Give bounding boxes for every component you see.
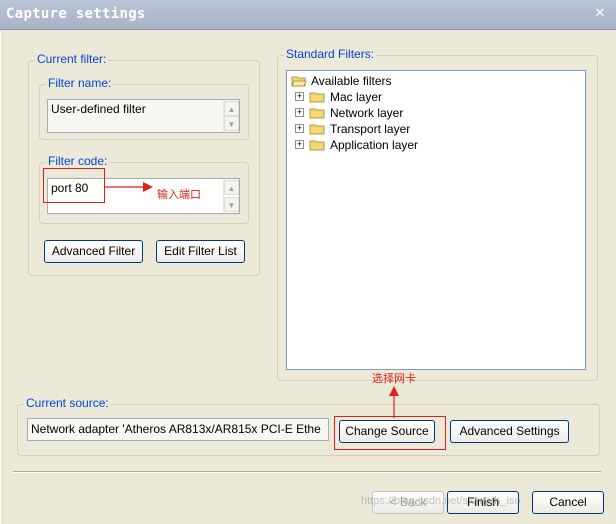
current-source-value: Network adapter 'Atheros AR813x/AR815x P… — [31, 422, 321, 436]
expand-icon[interactable]: + — [295, 124, 304, 133]
nic-annotation: 选择网卡 — [372, 372, 416, 385]
filter-tree[interactable]: Available filters + Mac layer + Network … — [286, 70, 586, 370]
arrow-up-icon — [389, 386, 399, 418]
title-bar[interactable]: Capture settings ✕ — [0, 0, 616, 30]
watermark: https://blog.csdn.net/sicmath_iso — [361, 495, 521, 507]
port-annotation: 输入端口 — [157, 188, 201, 201]
cancel-button[interactable]: Cancel — [532, 491, 604, 514]
current-source-legend: Current source: — [24, 396, 111, 410]
scroll-up-icon[interactable]: ▲ — [224, 101, 239, 116]
tree-root-label: Available filters — [311, 74, 392, 88]
window-title: Capture settings — [6, 6, 146, 22]
tree-item-label: Application layer — [330, 138, 419, 152]
tree-item-label: Transport layer — [330, 122, 411, 136]
filter-name-scrollbar[interactable]: ▲ ▼ — [223, 101, 239, 131]
arrow-right-icon — [105, 182, 153, 192]
scroll-down-icon[interactable]: ▼ — [224, 116, 239, 131]
tree-item-label: Network layer — [330, 106, 404, 120]
scroll-up-icon[interactable]: ▲ — [224, 180, 239, 195]
footer-divider — [13, 471, 601, 473]
change-source-highlight — [334, 416, 446, 450]
expand-icon[interactable]: + — [295, 92, 304, 101]
filter-code-highlight — [43, 168, 105, 203]
filter-name-value: User-defined filter — [51, 102, 146, 116]
scroll-down-icon[interactable]: ▼ — [224, 197, 239, 212]
edit-filter-list-button[interactable]: Edit Filter List — [156, 240, 245, 263]
filter-name-field[interactable]: User-defined filter ▲ ▼ — [47, 99, 240, 133]
expand-icon[interactable]: + — [295, 108, 304, 117]
advanced-filter-button[interactable]: Advanced Filter — [44, 240, 143, 263]
close-icon[interactable]: ✕ — [592, 6, 608, 22]
folder-icon — [309, 124, 325, 135]
dialog-body: Current filter: Filter name: User-define… — [0, 31, 616, 524]
filter-code-legend: Filter code: — [46, 154, 110, 168]
filter-name-legend: Filter name: — [46, 76, 114, 90]
current-filter-legend: Current filter: — [35, 52, 109, 66]
advanced-settings-button[interactable]: Advanced Settings — [450, 420, 569, 443]
folder-icon — [309, 108, 325, 119]
filter-code-scrollbar[interactable]: ▲ ▼ — [223, 180, 239, 212]
expand-icon[interactable]: + — [295, 140, 304, 149]
folder-icon — [309, 140, 325, 151]
folder-icon — [309, 92, 325, 103]
standard-filters-legend: Standard Filters: — [284, 47, 377, 61]
current-source-field[interactable]: Network adapter 'Atheros AR813x/AR815x P… — [27, 418, 329, 441]
open-folder-icon — [291, 76, 307, 87]
tree-item-label: Mac layer — [330, 90, 383, 104]
